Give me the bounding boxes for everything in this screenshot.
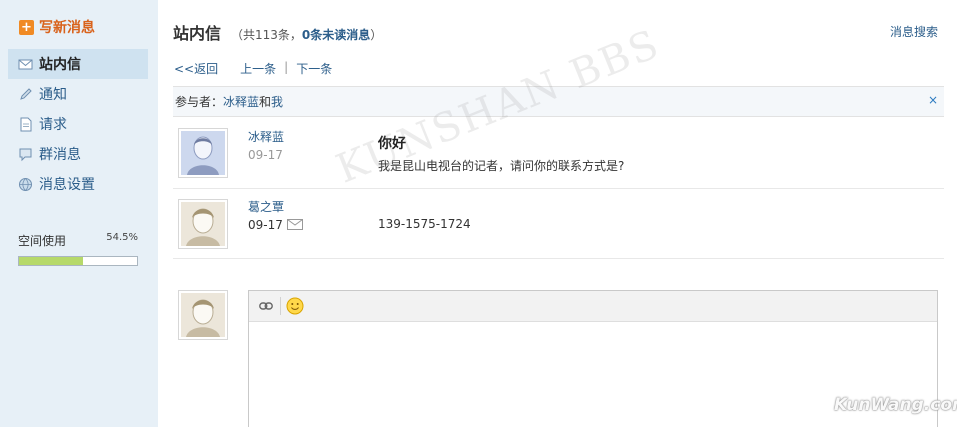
message-date: 09-17 [248,148,283,162]
smiley-icon[interactable] [285,296,305,316]
message-date: 09-17 [248,218,283,232]
storage-quota: 空间使用 54.5% [18,232,138,266]
nav-separator: | [284,60,289,74]
back-link[interactable]: <<返回 [174,60,218,77]
envelope-icon [18,57,33,72]
sidebar-item-notifications[interactable]: 通知 [8,79,148,109]
sender-name[interactable]: 葛之覃 [248,198,284,215]
quota-label: 空间使用 [18,234,67,248]
quota-progress-bar [18,256,138,266]
page-title-text: 站内信 [173,24,222,43]
message-body: 我是昆山电视台的记者，请问你的联系方式是? [378,159,625,173]
sidebar-item-settings[interactable]: 消息设置 [8,169,148,199]
previous-link[interactable]: 上一条 [240,60,276,77]
page-title: 站内信 （共113条，0条未读消息） [173,20,382,44]
participants-prefix: 参与者： [175,95,224,109]
message-navigation: <<返回 上一条 | 下一条 [174,60,332,77]
close-icon[interactable]: × [928,93,938,107]
sidebar-item-label: 通知 [39,87,67,103]
link-icon[interactable] [256,296,276,316]
sidebar-item-label: 请求 [39,117,67,133]
message-item: 葛之覃 09-17 139-1575-1724 [173,189,944,259]
sidebar: + 写新消息 站内信 通知 请求 群消息 消息设置 空间使用 54.5% [0,0,158,427]
compose-label: 写新消息 [39,20,95,36]
sidebar-item-label: 站内信 [39,57,81,73]
toolbar-separator [280,297,281,315]
quota-progress-fill [19,257,84,265]
message-search-link[interactable]: 消息搜索 [890,23,938,40]
sidebar-item-inbox[interactable]: 站内信 [8,49,148,79]
message-count-suffix: ） [370,28,383,42]
message-subject: 你好 [378,136,406,152]
participants-and: 和 [259,95,272,109]
participants-bar: 参与者： 冰释蓝 和 我 × [173,87,944,117]
reply-editor[interactable] [248,290,938,427]
sidebar-item-label: 群消息 [39,147,81,163]
participant-link[interactable]: 我 [271,93,283,110]
quota-percent: 54.5% [106,232,138,243]
sidebar-item-group-messages[interactable]: 群消息 [8,139,148,169]
my-avatar [178,290,228,340]
message-count-prefix: （共113条， [231,28,302,42]
sender-name[interactable]: 冰释蓝 [248,128,284,145]
message-body: 139-1575-1724 [378,217,471,231]
sidebar-nav: 站内信 通知 请求 群消息 消息设置 [8,49,148,199]
editor-toolbar [249,291,937,322]
page: + 写新消息 站内信 通知 请求 群消息 消息设置 空间使用 54.5% 站内信… [0,0,957,427]
message-count: （共113条，0条未读消息） [231,26,382,43]
compose-message-button[interactable]: + 写新消息 [19,17,95,37]
sidebar-item-label: 消息设置 [39,177,95,193]
avatar[interactable] [178,128,228,178]
envelope-icon [286,218,303,233]
next-link[interactable]: 下一条 [296,60,332,77]
pencil-icon [18,87,33,102]
unread-count[interactable]: 0条未读消息 [302,28,370,42]
sidebar-item-requests[interactable]: 请求 [8,109,148,139]
avatar[interactable] [178,199,228,249]
document-icon [18,117,33,132]
chat-bubble-icon [18,147,33,162]
plus-icon: + [19,19,34,35]
message-date-row: 09-17 [248,218,303,233]
globe-icon [18,177,33,192]
message-item: 冰释蓝 09-17 你好 我是昆山电视台的记者，请问你的联系方式是? [173,118,944,189]
participant-link[interactable]: 冰释蓝 [223,93,259,110]
